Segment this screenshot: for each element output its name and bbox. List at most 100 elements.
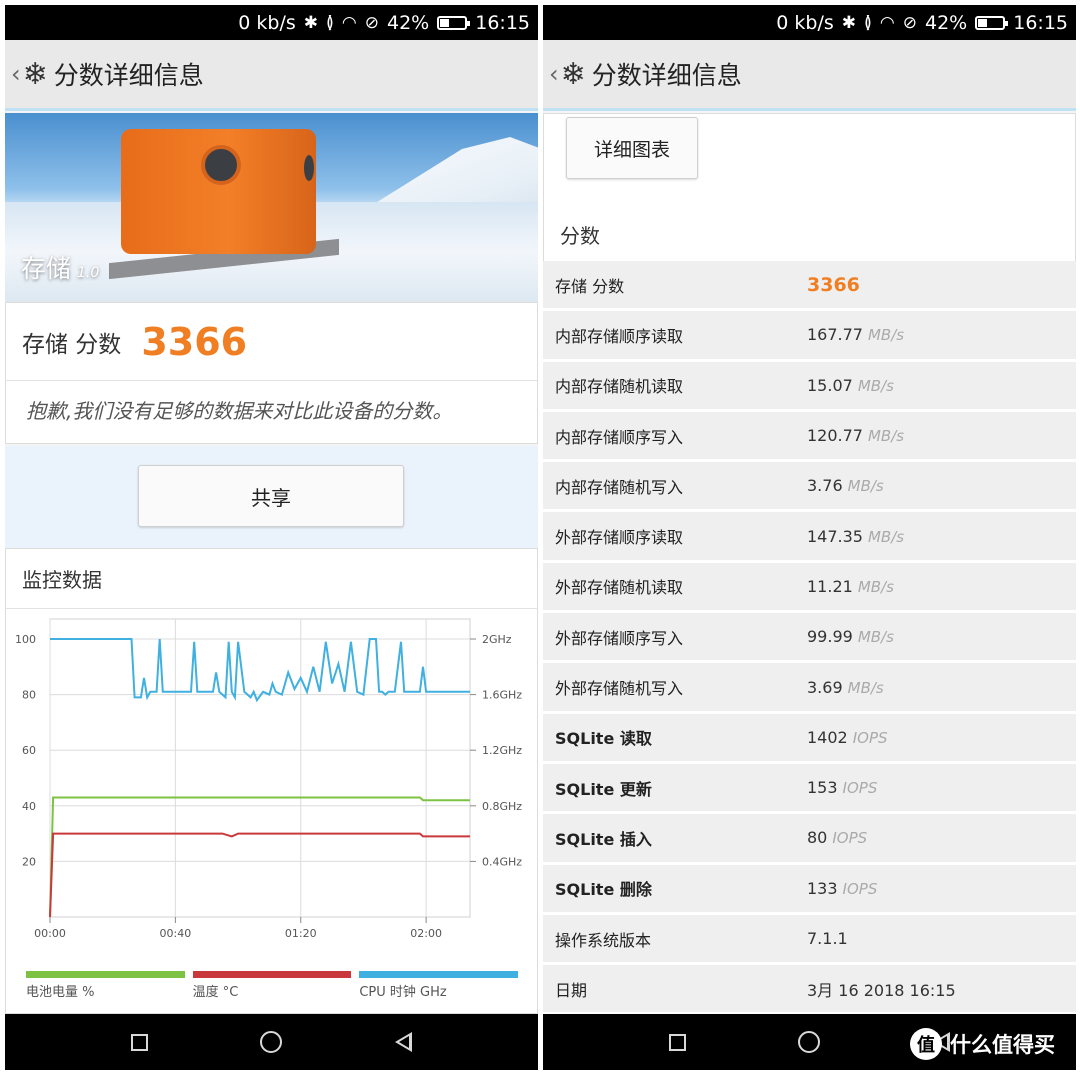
bluetooth-icon: ✱ xyxy=(303,12,319,33)
y-left-tick-label: 60 xyxy=(22,744,36,757)
table-row: 存储 分数 3366 xyxy=(543,261,1076,312)
chart-frame xyxy=(49,618,471,918)
recent-apps-icon[interactable] xyxy=(131,1033,149,1051)
table-row: 外部存储随机写入 3.69 MB/s xyxy=(543,663,1076,714)
legend-item: 温度 °C xyxy=(192,971,352,1000)
watermark: 值 什么值得买 xyxy=(910,1028,1055,1060)
score-row: 存储 分数 3366 xyxy=(6,303,537,381)
y-right-tick-label: 0.4GHz xyxy=(482,855,522,868)
x-tick-label: 00:00 xyxy=(34,927,66,940)
row-number: 80 xyxy=(807,828,828,848)
score-value: 3366 xyxy=(141,319,248,364)
table-row: 外部存储顺序写入 99.99 MB/s xyxy=(543,613,1076,664)
watermark-logo: 值 xyxy=(910,1028,942,1060)
battery-icon xyxy=(975,15,1009,30)
legend-item: 电池电量 % xyxy=(26,971,185,1000)
y-left-tick-label: 100 xyxy=(15,633,36,646)
score-label: 存储 分数 xyxy=(22,331,122,358)
table-row: 内部存储随机读取 15.07 MB/s xyxy=(543,361,1076,412)
row-value: 3.76 MB/s xyxy=(807,476,884,495)
cabin-side-window xyxy=(304,155,314,181)
y-left-tick-label: 80 xyxy=(22,689,36,702)
table-row: 操作系统版本 7.1.1 xyxy=(543,914,1076,966)
legend-swatch xyxy=(359,971,519,978)
row-unit: MB/s xyxy=(847,678,884,697)
back-nav-icon[interactable] xyxy=(394,1032,412,1052)
share-area: 共享 xyxy=(5,446,538,548)
table-row: SQLite 插入 80 IOPS xyxy=(543,814,1076,865)
row-number: 3.69 xyxy=(807,677,843,697)
y-right-tick-label: 1.2GHz xyxy=(482,744,522,757)
row-unit: MB/s xyxy=(857,577,894,596)
score-card: 存储 分数 3366 抱歉,我们没有足够的数据来对比此设备的分数。 xyxy=(5,302,538,444)
row-number: 133 xyxy=(807,878,838,898)
row-unit: MB/s xyxy=(867,326,905,345)
score-heading: 分数 xyxy=(560,224,600,248)
battery-fill xyxy=(978,18,988,27)
x-tick-label: 02:00 xyxy=(410,927,442,940)
row-value: 80 IOPS xyxy=(807,828,867,847)
monitor-card: 监控数据 100 2GHz 80 1.6GHz 60 1.2GHz 40 0.8GHz 20 0.… xyxy=(5,548,538,1014)
row-value: 3月 16 2018 16:15 xyxy=(807,977,956,1001)
home-icon[interactable] xyxy=(260,1031,283,1053)
recent-apps-icon[interactable] xyxy=(669,1033,687,1051)
row-label: 日期 xyxy=(555,980,588,1000)
row-value: 147.35 MB/s xyxy=(807,527,904,546)
hero-caption: 存储 1.0 xyxy=(21,249,99,285)
test-name: 存储 xyxy=(21,254,72,283)
back-icon[interactable]: ‹ xyxy=(11,60,21,88)
row-label: SQLite 读取 xyxy=(555,729,652,749)
back-icon[interactable]: ‹ xyxy=(549,60,559,88)
row-value: 120.77 MB/s xyxy=(807,426,904,445)
row-label: 外部存储随机读取 xyxy=(555,578,684,598)
vibrate-icon: ≬ xyxy=(326,12,334,33)
page-title: 分数详细信息 xyxy=(591,61,742,90)
legend-swatch xyxy=(192,971,352,978)
detail-chart-button[interactable]: 详细图表 xyxy=(566,117,698,179)
left-screen: 0 kb/s ✱ ≬ ◠ ⊘ 42% 16:15 ‹ ❄ 分数详细信息 存储 1.… xyxy=(5,5,538,1070)
app-bar: ‹ ❄ 分数详细信息 xyxy=(5,40,538,111)
table-row: 内部存储顺序读取 167.77 MB/s xyxy=(543,311,1076,362)
legend-label: 温度 °C xyxy=(192,985,239,1000)
table-row: SQLite 读取 1402 IOPS xyxy=(543,713,1076,764)
series-line-2 xyxy=(50,638,470,703)
row-label: SQLite 插入 xyxy=(555,829,652,849)
bluetooth-icon: ✱ xyxy=(841,12,857,33)
table-row: 外部存储随机读取 11.21 MB/s xyxy=(543,562,1076,614)
row-label: 操作系统版本 xyxy=(555,930,652,950)
home-icon[interactable] xyxy=(798,1031,821,1053)
row-unit: MB/s xyxy=(857,376,894,395)
row-unit: MB/s xyxy=(867,527,905,546)
share-button[interactable]: 共享 xyxy=(138,465,404,527)
row-value: 11.21 MB/s xyxy=(807,577,894,596)
row-value: 1402 IOPS xyxy=(807,728,888,747)
x-tick-label: 01:20 xyxy=(285,927,317,940)
legend-label: CPU 时钟 GHz xyxy=(359,985,447,1000)
monitor-title: 监控数据 xyxy=(6,549,537,609)
score-table: 存储 分数 3366 内部存储顺序读取 167.77 MB/s 内部存储随机读取 15.07… xyxy=(543,261,1076,1016)
row-number: 7.1.1 xyxy=(807,929,848,948)
storage-hero-image: 存储 1.0 xyxy=(5,113,538,302)
row-label: 外部存储随机写入 xyxy=(555,679,684,699)
row-number: 3.76 xyxy=(807,476,843,496)
test-version: 1.0 xyxy=(77,265,100,281)
row-value: 7.1.1 xyxy=(807,929,848,948)
row-label: 内部存储随机写入 xyxy=(555,477,684,497)
row-number: 99.99 xyxy=(807,627,853,647)
row-number: 147.35 xyxy=(807,526,863,546)
clock: 16:15 xyxy=(475,11,530,34)
table-row: 日期 3月 16 2018 16:15 xyxy=(543,965,1076,1016)
legend-swatch xyxy=(26,971,185,978)
row-label: 内部存储顺序读取 xyxy=(555,326,684,346)
table-row: SQLite 删除 133 IOPS xyxy=(543,864,1076,915)
row-label: 外部存储顺序读取 xyxy=(555,528,684,548)
no-sim-icon: ⊘ xyxy=(902,12,917,33)
row-number: 153 xyxy=(807,778,838,798)
row-label: SQLite 删除 xyxy=(555,880,652,900)
legend-item: CPU 时钟 GHz xyxy=(359,971,519,1000)
y-right-tick-label: 0.8GHz xyxy=(482,800,522,813)
row-label: 存储 分数 xyxy=(555,276,625,296)
row-label: 内部存储随机读取 xyxy=(555,377,684,397)
row-label: SQLite 更新 xyxy=(555,779,652,799)
row-number: 15.07 xyxy=(807,375,853,395)
